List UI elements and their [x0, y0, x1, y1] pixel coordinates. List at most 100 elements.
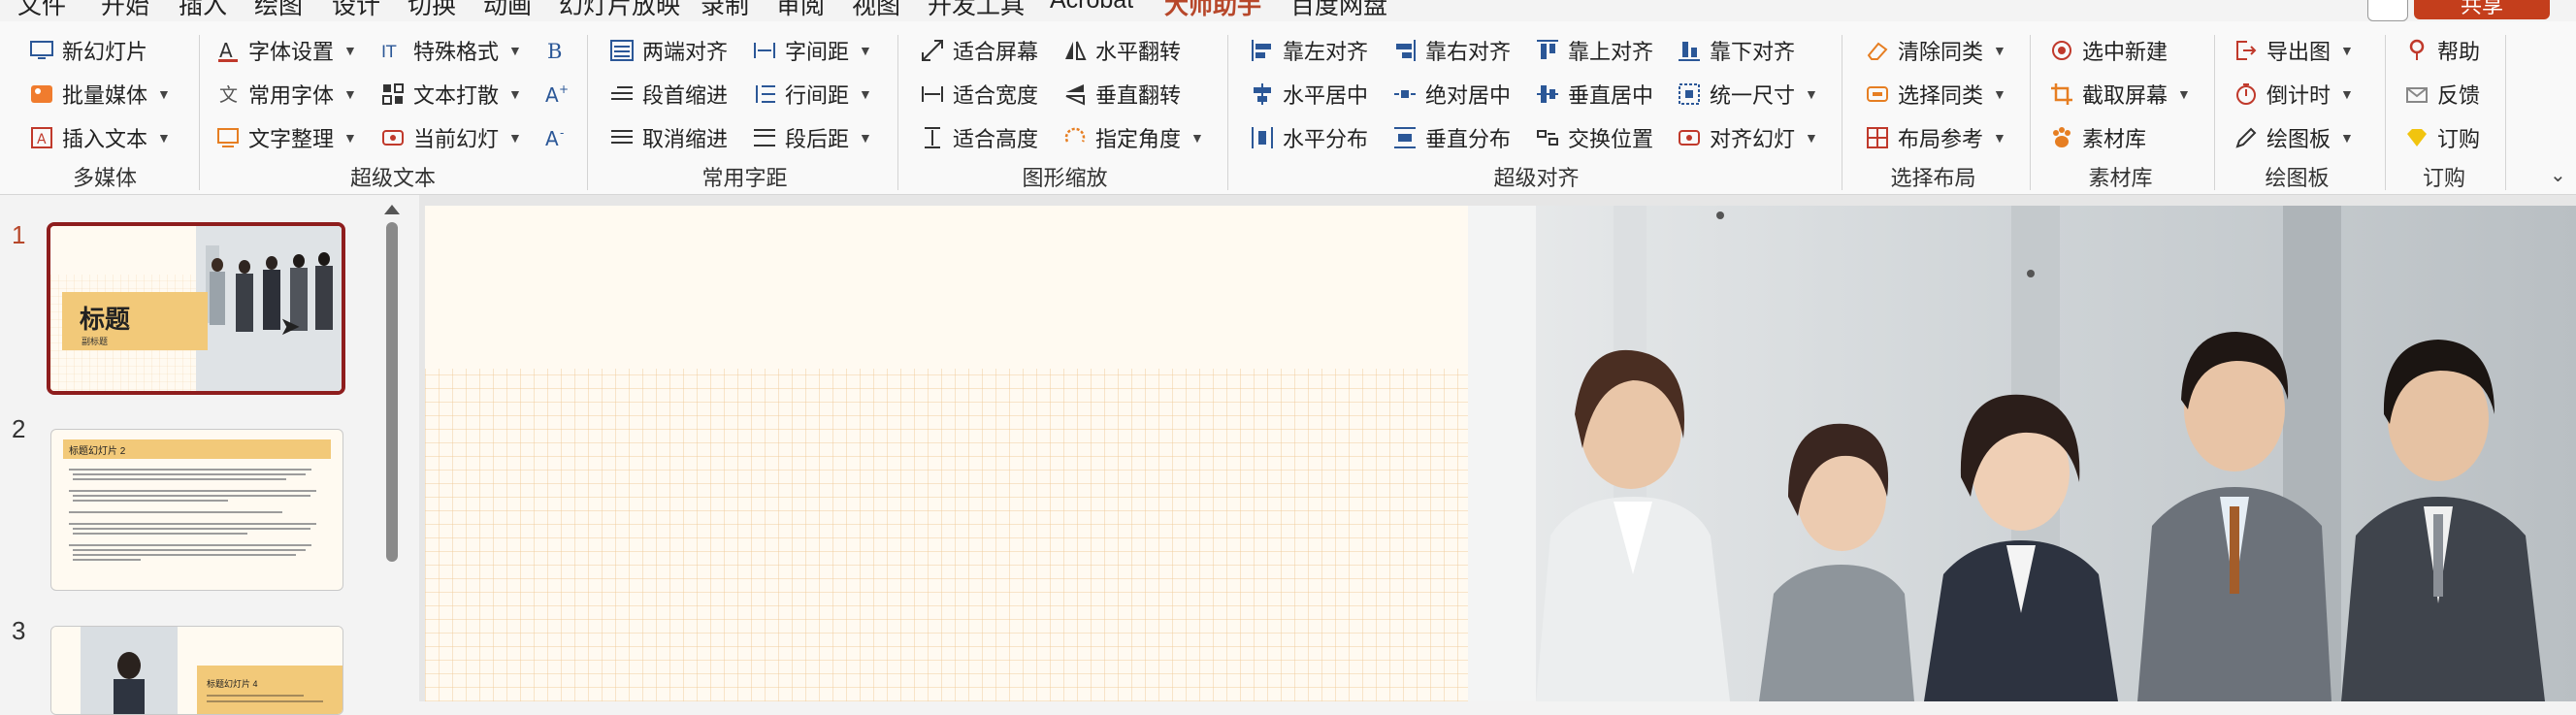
scrollbar-thumb[interactable]: [386, 222, 398, 562]
diamond-icon: [2404, 125, 2429, 150]
feedback-label: 反馈: [2437, 83, 2481, 108]
font-settings-button[interactable]: A 字体设置 ▼: [215, 33, 357, 68]
tab-developer[interactable]: 开发工具: [928, 0, 1025, 21]
drawing-board-button[interactable]: 绘图板 ▼: [2234, 120, 2354, 155]
bold-button[interactable]: B: [543, 33, 569, 68]
tab-slideshow[interactable]: 幻灯片放映: [559, 0, 680, 21]
center-horizontal-button[interactable]: 水平居中: [1250, 77, 1368, 112]
same-size-button[interactable]: 统一尺寸 ▼: [1677, 77, 1818, 112]
share-button[interactable]: 共享: [2414, 0, 2550, 19]
distribute-vertical-button[interactable]: 垂直分布: [1392, 120, 1511, 155]
chevron-down-icon: ▼: [2340, 130, 2354, 146]
text-scatter-button[interactable]: 文本打散 ▼: [380, 77, 522, 112]
absolute-center-icon: [1392, 81, 1418, 107]
scroll-up-icon[interactable]: [384, 205, 400, 214]
align-top-icon: [1535, 38, 1560, 63]
slide-number: 3: [12, 616, 26, 645]
distribute-horizontal-button[interactable]: 水平分布: [1250, 120, 1368, 155]
tab-record[interactable]: 录制: [701, 0, 749, 21]
fit-height-label: 适合高度: [953, 127, 1039, 151]
text-tidy-icon: [215, 125, 241, 150]
insert-text-button[interactable]: A 插入文本 ▼: [29, 120, 171, 155]
new-slide-button[interactable]: 新幻灯片: [29, 33, 147, 68]
help-label: 帮助: [2437, 40, 2481, 64]
flip-vertical-button[interactable]: 垂直翻转: [1062, 77, 1181, 112]
justify-button[interactable]: 两端对齐: [609, 33, 728, 68]
select-same-button[interactable]: 选择同类 ▼: [1865, 77, 2006, 112]
material-library-button[interactable]: 素材库: [2049, 120, 2146, 155]
slide-thumbnail-2[interactable]: 标题幻灯片 2: [50, 429, 343, 591]
cancel-indent-label: 取消缩进: [642, 127, 729, 151]
chevron-down-icon: ▼: [1805, 86, 1818, 102]
special-format-button[interactable]: IT 特殊格式 ▼: [380, 33, 522, 68]
align-left-icon: [1250, 38, 1275, 63]
chevron-down-icon: ▼: [2340, 86, 2354, 102]
align-bottom-button[interactable]: 靠下对齐: [1677, 33, 1795, 68]
tab-acrobat[interactable]: Acrobat: [1050, 0, 1133, 15]
fit-width-button[interactable]: 适合宽度: [920, 77, 1038, 112]
text-organize-button[interactable]: 文字整理 ▼: [215, 120, 357, 155]
align-right-label: 靠右对齐: [1425, 40, 1512, 64]
tab-animations[interactable]: 动画: [483, 0, 532, 21]
decrease-font-button[interactable]: A-: [543, 120, 569, 155]
help-button[interactable]: 帮助: [2404, 33, 2480, 68]
tab-review[interactable]: 审阅: [776, 0, 825, 21]
tab-insert[interactable]: 插入: [179, 0, 227, 21]
center-vertical-button[interactable]: 垂直居中: [1535, 77, 1653, 112]
group-label-drawing: 绘图板: [2265, 166, 2330, 190]
align-left-button[interactable]: 靠左对齐: [1250, 33, 1368, 68]
common-fonts-button[interactable]: 文 常用字体 ▼: [215, 77, 357, 112]
tab-draw[interactable]: 绘图: [254, 0, 303, 21]
tab-design[interactable]: 设计: [332, 0, 380, 21]
char-spacing-button[interactable]: 字间距 ▼: [752, 33, 872, 68]
crop-icon: [2049, 81, 2074, 107]
fit-height-button[interactable]: 适合高度: [920, 120, 1038, 155]
align-right-button[interactable]: 靠右对齐: [1392, 33, 1511, 68]
select-new-button[interactable]: 选中新建: [2049, 33, 2168, 68]
slide-1-subtitle: 副标题: [82, 337, 109, 346]
group-separator: [587, 35, 588, 190]
export-image-button[interactable]: 导出图 ▼: [2234, 33, 2354, 68]
slide-thumbnail-3[interactable]: 标题幻灯片 4: [50, 626, 343, 715]
tab-master-assistant[interactable]: 大师助手: [1164, 0, 1261, 21]
swap-position-label: 交换位置: [1568, 127, 1654, 151]
thumbnail-scrollbar[interactable]: [384, 199, 400, 701]
set-angle-button[interactable]: 指定角度 ▼: [1062, 120, 1204, 155]
increase-font-button[interactable]: A +: [543, 77, 569, 112]
collapse-ribbon-icon[interactable]: ⌄: [2550, 163, 2566, 187]
tab-transitions[interactable]: 切换: [408, 0, 456, 21]
absolute-center-button[interactable]: 绝对居中: [1392, 77, 1511, 112]
order-button[interactable]: 订购: [2404, 120, 2480, 155]
countdown-button[interactable]: 倒计时 ▼: [2234, 77, 2354, 112]
absolute-center-label: 绝对居中: [1425, 83, 1512, 108]
fit-screen-icon: [920, 38, 945, 63]
fit-screen-button[interactable]: 适合屏幕: [920, 33, 1038, 68]
tab-baidu-netdisk[interactable]: 百度网盘: [1290, 0, 1387, 21]
tab-home[interactable]: 开始: [101, 0, 149, 21]
screenshot-button[interactable]: 截取屏幕 ▼: [2049, 77, 2191, 112]
comments-button[interactable]: [2367, 0, 2408, 21]
layout-ref-button[interactable]: 布局参考 ▼: [1865, 120, 2006, 155]
swap-position-button[interactable]: 交换位置: [1535, 120, 1653, 155]
outdent-icon: [609, 125, 635, 150]
tab-view[interactable]: 视图: [852, 0, 900, 21]
align-slide-button[interactable]: 对齐幻灯 ▼: [1677, 120, 1818, 155]
flip-horizontal-button[interactable]: 水平翻转: [1062, 33, 1181, 68]
line-spacing-button[interactable]: 行间距 ▼: [752, 77, 872, 112]
align-top-button[interactable]: 靠上对齐: [1535, 33, 1653, 68]
current-slide[interactable]: [425, 206, 2576, 701]
batch-media-button[interactable]: 批量媒体 ▼: [29, 77, 171, 112]
para-after-button[interactable]: 段后距 ▼: [752, 120, 872, 155]
cancel-indent-button[interactable]: 取消缩进: [609, 120, 728, 155]
group-label-super-text: 超级文本: [349, 166, 436, 190]
feedback-button[interactable]: 反馈: [2404, 77, 2480, 112]
clear-same-button[interactable]: 清除同类 ▼: [1865, 33, 2006, 68]
first-indent-button[interactable]: 段首缩进: [609, 77, 728, 112]
text-scatter-label: 文本打散: [413, 83, 500, 108]
current-slide-button[interactable]: 当前幻灯 ▼: [380, 120, 522, 155]
tab-file[interactable]: 文件: [17, 0, 66, 21]
line-spacing-label: 行间距: [785, 83, 850, 108]
ribbon: 新幻灯片 批量媒体 ▼ A 插入文本 ▼ 多媒体 A 字体设置 ▼ IT 特殊格式 ▼ …: [0, 21, 2576, 195]
export-image-label: 导出图: [2266, 40, 2331, 64]
slide-thumbnail-1[interactable]: 标题 副标题 ➤: [47, 222, 345, 395]
